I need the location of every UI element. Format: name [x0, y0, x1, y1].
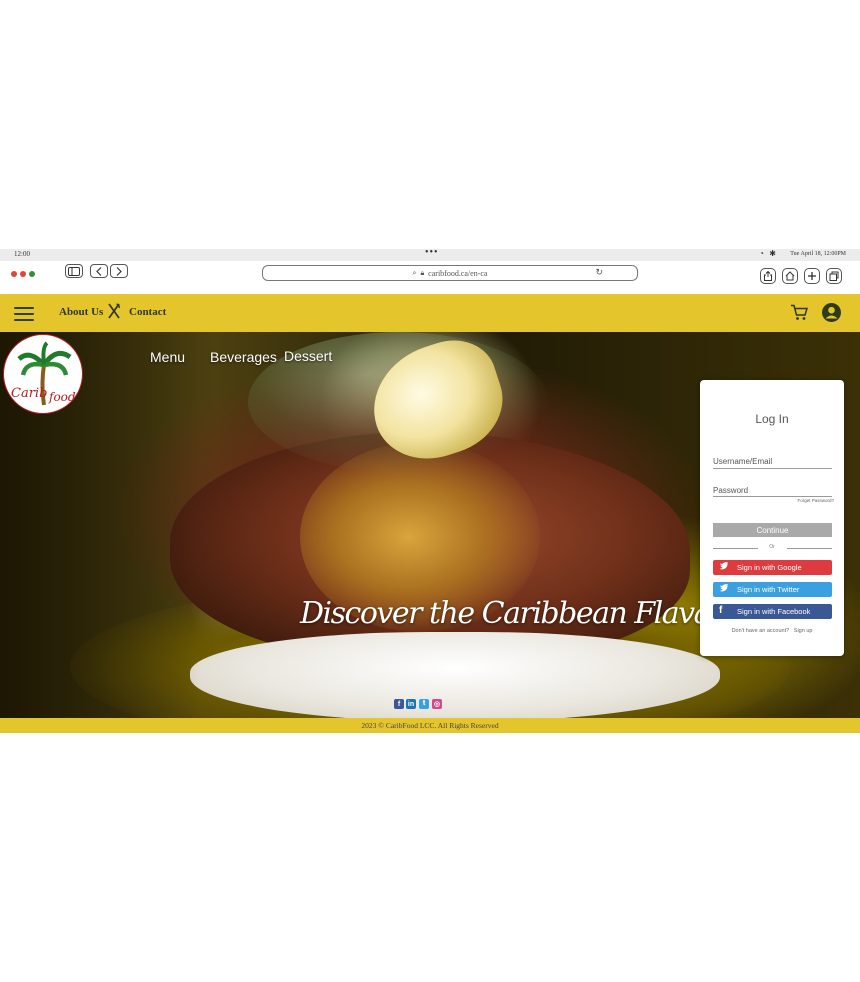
chevron-right-icon: [116, 266, 122, 276]
password-underline: [713, 496, 832, 497]
back-button[interactable]: [90, 264, 108, 278]
continue-button[interactable]: Continue: [713, 523, 832, 537]
lock-icon: 🔒︎: [420, 268, 425, 277]
fork-knife-icon: [107, 303, 121, 324]
facebook-signin-button[interactable]: f Sign in with Facebook: [713, 604, 832, 619]
or-label: Or: [769, 544, 775, 550]
site-footer: 2023 © CaribFood LCC. All Rights Reserve…: [0, 718, 860, 733]
nav-about-us[interactable]: About Us: [59, 306, 103, 318]
address-bar[interactable]: ⌕ 🔒︎ caribfood.ca/en-ca ↻: [262, 265, 638, 281]
login-panel: Log In Username/Email Password Forget Pa…: [700, 380, 844, 656]
signup-link[interactable]: Sign up: [794, 628, 813, 634]
reload-icon[interactable]: ↻: [595, 267, 603, 278]
palm-tree-logo-icon: Carib food: [11, 341, 76, 406]
instagram-icon[interactable]: ◎: [432, 699, 442, 709]
tabs-overview-button[interactable]: [826, 268, 842, 284]
traffic-light-close[interactable]: [11, 271, 17, 277]
no-account-text: Don't have an account?: [731, 628, 790, 634]
signup-row: Don't have an account? Sign up: [700, 628, 844, 634]
share-button[interactable]: [760, 268, 776, 284]
hero-nav-menu[interactable]: Menu: [150, 349, 185, 365]
site-header: About Us Contact: [0, 294, 860, 332]
plus-icon: [808, 272, 816, 280]
password-field[interactable]: Password: [713, 486, 748, 495]
facebook-icon[interactable]: f: [394, 699, 404, 709]
linkedin-icon[interactable]: in: [406, 699, 416, 709]
status-bar: 12:00 ••• ◔ ✱ Tue April 18, 12:00PM: [0, 247, 860, 261]
username-field[interactable]: Username/Email: [713, 457, 772, 466]
logo-text-carib: Carib: [11, 386, 47, 401]
username-underline: [713, 468, 832, 469]
share-icon: [764, 271, 772, 281]
url-text: caribfood.ca/en-ca: [428, 268, 488, 278]
twitter-signin-label: Sign in with Twitter: [737, 585, 800, 594]
google-signin-button[interactable]: Sign in with Google: [713, 560, 832, 575]
status-time: 12:00: [14, 250, 30, 258]
home-icon: [785, 271, 795, 281]
cart-icon[interactable]: [790, 304, 809, 326]
home-button[interactable]: [782, 268, 798, 284]
twitter-icon[interactable]: 𝐭: [419, 699, 429, 709]
browser-toolbar: ⌕ 🔒︎ caribfood.ca/en-ca ↻: [0, 261, 860, 294]
wifi-icon: ◔: [759, 249, 764, 258]
google-icon: [719, 561, 729, 574]
new-tab-button[interactable]: [804, 268, 820, 284]
traffic-light-maximize[interactable]: [29, 271, 35, 277]
traffic-light-minimize[interactable]: [20, 271, 26, 277]
nav-contact[interactable]: Contact: [129, 306, 166, 318]
hamburger-menu-icon[interactable]: [14, 303, 34, 325]
forgot-password-link[interactable]: Forget Password?: [797, 498, 834, 503]
hero-nav-dessert[interactable]: Dessert: [284, 348, 332, 364]
bluetooth-icon: ✱: [769, 249, 776, 258]
chevron-left-icon: [96, 266, 102, 276]
facebook-f-icon: f: [719, 605, 723, 616]
sidebar-icon: [68, 266, 80, 276]
forward-button[interactable]: [110, 264, 128, 278]
hero-rice-shape: [190, 632, 720, 718]
hero-headline: Discover the Caribbean Flava: [300, 596, 711, 631]
google-signin-label: Sign in with Google: [737, 563, 802, 572]
footer-copyright: 2023 © CaribFood LCC. All Rights Reserve…: [361, 721, 499, 730]
facebook-signin-label: Sign in with Facebook: [737, 607, 811, 616]
multitask-dots[interactable]: •••: [425, 247, 439, 258]
twitter-bird-icon: [719, 583, 729, 596]
caribfood-logo[interactable]: Carib food: [3, 334, 83, 414]
twitter-signin-button[interactable]: Sign in with Twitter: [713, 582, 832, 597]
status-datetime: Tue April 18, 12:00PM: [790, 251, 846, 257]
sidebar-toggle-button[interactable]: [65, 264, 83, 278]
tabs-icon: [829, 271, 839, 281]
hero-nav-beverages[interactable]: Beverages: [210, 349, 277, 365]
login-title: Log In: [755, 412, 789, 426]
account-icon[interactable]: [822, 303, 841, 327]
or-divider-right: [787, 548, 832, 549]
search-icon: ⌕: [412, 268, 417, 277]
